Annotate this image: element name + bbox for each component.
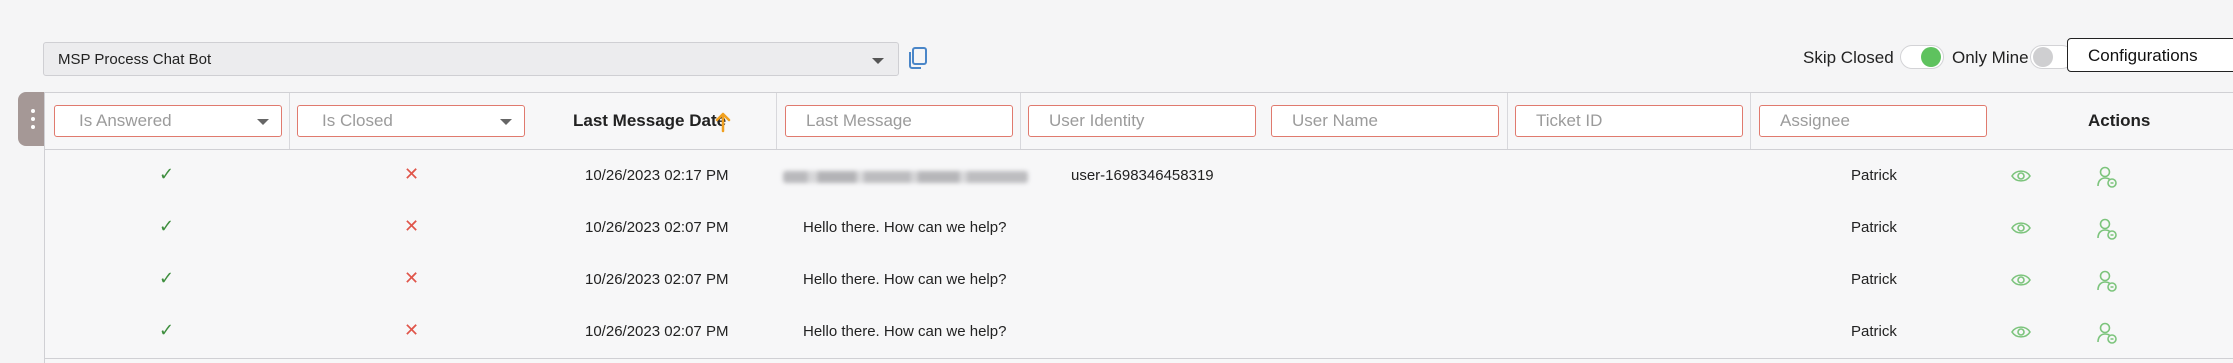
bot-select-value: MSP Process Chat Bot (58, 50, 212, 68)
last-message: Hello there. How can we help? (803, 271, 1007, 288)
last-message-date: 10/26/2023 02:07 PM (585, 271, 729, 288)
grid-header: Is Answered Is Closed Last Message Date … (45, 93, 2233, 150)
configurations-button[interactable]: Configurations (2067, 38, 2233, 72)
last-message-date-header[interactable]: Last Message Date (573, 111, 726, 131)
user-assign-icon[interactable] (2096, 269, 2118, 293)
last-message-date: 10/26/2023 02:07 PM (585, 219, 729, 236)
eye-icon[interactable] (2011, 220, 2031, 236)
is-answered-filter[interactable]: Is Answered (54, 105, 282, 137)
chevron-down-icon (872, 58, 884, 64)
answered-check-icon: ✓ (159, 320, 175, 340)
arrow-up-icon[interactable] (715, 111, 731, 133)
is-closed-filter[interactable]: Is Closed (297, 105, 525, 137)
assignee: Patrick (1851, 271, 1897, 288)
assignee: Patrick (1851, 323, 1897, 340)
closed-x-icon: ✕ (404, 320, 420, 340)
only-mine-label: Only Mine (1952, 48, 2029, 67)
table-row[interactable]: ✓ ✕ 10/26/2023 02:07 PM Hello there. How ca… (45, 202, 2233, 255)
closed-x-icon: ✕ (404, 164, 420, 184)
eye-icon[interactable] (2011, 272, 2031, 288)
closed-x-icon: ✕ (404, 216, 420, 236)
user-assign-icon[interactable] (2096, 217, 2118, 241)
user-identity-filter[interactable]: User Identity (1028, 105, 1256, 137)
answered-check-icon: ✓ (159, 216, 175, 236)
copy-icon[interactable] (906, 46, 928, 70)
last-message-date: 10/26/2023 02:07 PM (585, 323, 729, 340)
skip-closed-label: Skip Closed (1803, 48, 1894, 67)
last-message-filter[interactable]: Last Message (785, 105, 1013, 137)
user-name-filter[interactable]: User Name (1271, 105, 1499, 137)
skip-closed-toggle[interactable] (1900, 45, 1944, 69)
assignee: Patrick (1851, 219, 1897, 236)
bot-select[interactable]: MSP Process Chat Bot (43, 42, 899, 76)
answered-check-icon: ✓ (159, 164, 175, 184)
user-assign-icon[interactable] (2096, 321, 2118, 345)
chevron-down-icon (257, 119, 269, 125)
chevron-down-icon (500, 119, 512, 125)
answered-check-icon: ✓ (159, 268, 175, 288)
assignee: Patrick (1851, 167, 1897, 184)
eye-icon[interactable] (2011, 168, 2031, 184)
closed-x-icon: ✕ (404, 268, 420, 288)
actions-header: Actions (2088, 111, 2151, 130)
table-row[interactable]: ✓ ✕ 10/26/2023 02:07 PM Hello there. How ca… (45, 254, 2233, 307)
chat-grid: Is Answered Is Closed Last Message Date … (44, 92, 2233, 363)
user-assign-icon[interactable] (2096, 165, 2118, 189)
message-blurred (783, 171, 1028, 183)
last-message: Hello there. How can we help? (803, 323, 1007, 340)
eye-icon[interactable] (2011, 324, 2031, 340)
ticket-id-filter[interactable]: Ticket ID (1515, 105, 1743, 137)
assignee-filter[interactable]: Assignee (1759, 105, 1987, 137)
table-row[interactable]: ✓ ✕ 10/26/2023 02:07 PM Hello there. How ca… (45, 306, 2233, 359)
last-message-date: 10/26/2023 02:17 PM (585, 167, 729, 184)
table-row[interactable]: ✓ ✕ 10/26/2023 02:17 PM user-1698346458319 P… (45, 150, 2233, 203)
last-message: Hello there. How can we help? (803, 219, 1007, 236)
user-identity: user-1698346458319 (1071, 167, 1214, 184)
